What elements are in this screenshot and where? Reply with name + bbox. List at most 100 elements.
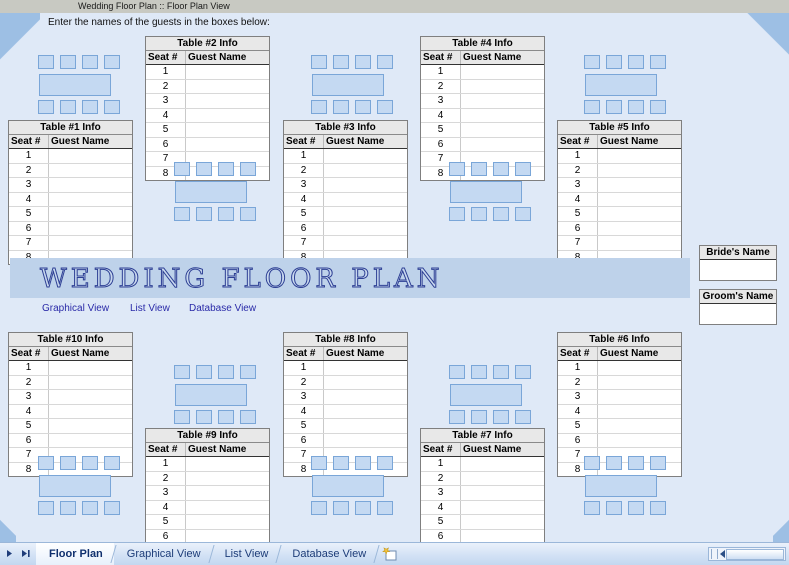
bride-name-input[interactable] [700, 260, 776, 280]
guest-name-cell[interactable] [324, 361, 407, 375]
corner-decoration-bottom-right [773, 483, 789, 543]
guest-name-cell[interactable] [49, 221, 132, 235]
seating-diagram-table-8 [305, 456, 393, 518]
guest-name-cell[interactable] [598, 390, 681, 404]
guest-name-cell[interactable] [324, 433, 407, 447]
guest-name-cell[interactable] [324, 163, 407, 177]
bride-name-label: Bride's Name [700, 246, 776, 260]
chair-icon [515, 410, 531, 424]
guest-name-cell[interactable] [49, 404, 132, 418]
guest-name-cell[interactable] [186, 486, 269, 500]
seat-number: 5 [146, 123, 186, 137]
guest-name-cell[interactable] [461, 500, 544, 514]
guest-name-cell[interactable] [461, 65, 544, 79]
horizontal-scrollbar[interactable] [708, 547, 786, 561]
table-row: 5 [284, 419, 407, 434]
scrollbar-thumb[interactable] [726, 548, 784, 560]
table-row: 5 [9, 419, 132, 434]
guest-name-cell[interactable] [324, 419, 407, 433]
guest-name-cell[interactable] [186, 108, 269, 122]
link-database-view[interactable]: Database View [189, 303, 256, 314]
chair-icon [471, 365, 487, 379]
guest-name-cell[interactable] [598, 207, 681, 221]
guest-name-cell[interactable] [461, 471, 544, 485]
guest-name-cell[interactable] [461, 486, 544, 500]
guest-name-cell[interactable] [186, 137, 269, 151]
guest-name-cell[interactable] [49, 375, 132, 389]
guest-name-cell[interactable] [49, 207, 132, 221]
guest-name-cell[interactable] [324, 192, 407, 206]
link-list-view[interactable]: List View [130, 303, 170, 314]
guest-name-cell[interactable] [186, 79, 269, 93]
insert-worksheet-icon[interactable] [377, 543, 403, 565]
guest-name-cell[interactable] [461, 137, 544, 151]
guest-name-cell[interactable] [598, 178, 681, 192]
table-row: 6 [9, 433, 132, 448]
guest-name-cell[interactable] [49, 433, 132, 447]
link-graphical-view[interactable]: Graphical View [42, 303, 109, 314]
seat-number: 6 [558, 221, 598, 235]
guest-name-cell[interactable] [598, 375, 681, 389]
guest-name-cell[interactable] [186, 65, 269, 79]
guest-name-cell[interactable] [598, 433, 681, 447]
guest-name-cell[interactable] [598, 419, 681, 433]
guest-name-cell[interactable] [49, 192, 132, 206]
guest-name-cell[interactable] [461, 515, 544, 529]
seat-number: 4 [146, 108, 186, 122]
guest-name-cell[interactable] [49, 178, 132, 192]
groom-name-input[interactable] [700, 304, 776, 324]
guest-name-cell[interactable] [461, 529, 544, 543]
table-row: 1 [558, 361, 681, 376]
guest-name-cell[interactable] [598, 236, 681, 250]
guest-name-cell[interactable] [49, 149, 132, 163]
sheet-tab-list-view[interactable]: List View [212, 543, 280, 565]
guest-name-cell[interactable] [598, 192, 681, 206]
guest-name-cell[interactable] [49, 419, 132, 433]
guest-name-cell[interactable] [186, 515, 269, 529]
last-sheet-icon[interactable] [19, 546, 34, 561]
chair-icon [240, 410, 256, 424]
seat-number: 5 [558, 419, 598, 433]
table-row: 5 [284, 207, 407, 222]
column-header-guest: Guest Name [600, 348, 659, 359]
guest-name-cell[interactable] [461, 457, 544, 471]
sheet-tab-floor-plan[interactable]: Floor Plan [36, 543, 114, 565]
guest-name-cell[interactable] [324, 236, 407, 250]
guest-name-cell[interactable] [49, 390, 132, 404]
guest-name-cell[interactable] [49, 361, 132, 375]
guest-name-cell[interactable] [49, 163, 132, 177]
guest-name-cell[interactable] [186, 457, 269, 471]
sheet-tab-graphical-view[interactable]: Graphical View [114, 543, 212, 565]
guest-name-cell[interactable] [186, 500, 269, 514]
next-sheet-icon[interactable] [2, 546, 17, 561]
guest-name-cell[interactable] [598, 361, 681, 375]
scrollbar-grip[interactable] [711, 549, 718, 559]
guest-name-cell[interactable] [461, 94, 544, 108]
chair-icon [240, 162, 256, 176]
guest-name-cell[interactable] [186, 94, 269, 108]
guest-name-cell[interactable] [324, 149, 407, 163]
guest-name-cell[interactable] [598, 149, 681, 163]
seat-number: 2 [558, 375, 598, 389]
chair-icon [606, 100, 622, 114]
guest-name-cell[interactable] [598, 163, 681, 177]
guest-name-cell[interactable] [461, 79, 544, 93]
scroll-left-icon[interactable] [720, 550, 725, 558]
chair-icon [38, 100, 54, 114]
guest-name-cell[interactable] [324, 375, 407, 389]
seat-number: 3 [421, 94, 461, 108]
guest-name-cell[interactable] [49, 236, 132, 250]
guest-name-cell[interactable] [461, 108, 544, 122]
guest-name-cell[interactable] [598, 221, 681, 235]
guest-name-cell[interactable] [324, 178, 407, 192]
guest-name-cell[interactable] [186, 529, 269, 543]
guest-name-cell[interactable] [598, 404, 681, 418]
guest-name-cell[interactable] [324, 221, 407, 235]
guest-name-cell[interactable] [324, 390, 407, 404]
guest-name-cell[interactable] [186, 123, 269, 137]
sheet-tab-database-view[interactable]: Database View [279, 543, 377, 565]
guest-name-cell[interactable] [186, 471, 269, 485]
guest-name-cell[interactable] [324, 404, 407, 418]
guest-name-cell[interactable] [324, 207, 407, 221]
guest-name-cell[interactable] [461, 123, 544, 137]
